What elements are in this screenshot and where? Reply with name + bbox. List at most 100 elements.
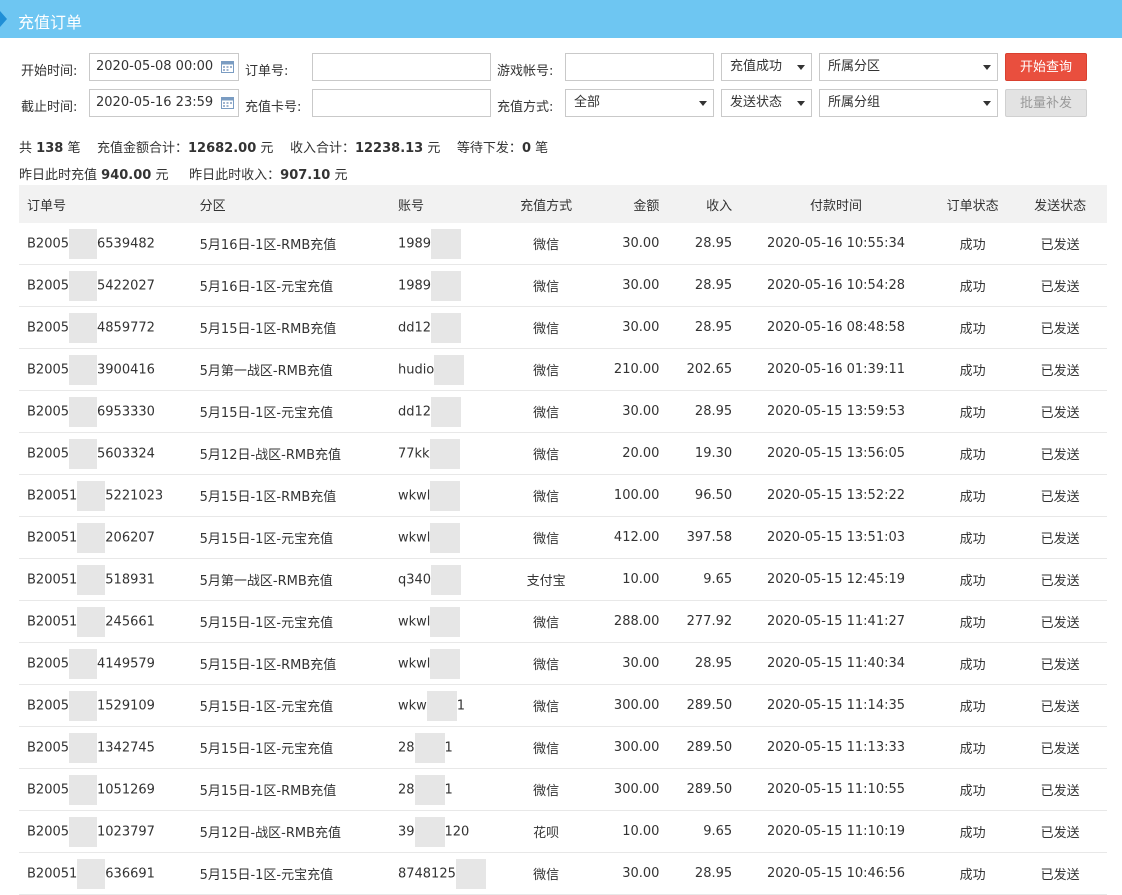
redaction-mask [69,648,98,679]
redaction-mask [69,732,98,763]
order-status-link[interactable]: 成功 [931,348,1014,391]
redaction-mask [430,522,461,553]
redaction-mask [69,396,98,427]
order-no-cell: B2005 5422027 [19,264,192,307]
order-status-link[interactable]: 成功 [931,264,1014,307]
pay-time-cell: 2020-05-16 01:39:11 [740,348,932,391]
amount-cell: 300.00 [587,726,668,769]
method-cell: 微信 [504,642,588,685]
redaction-mask [414,816,445,847]
order-status-link[interactable]: 成功 [931,810,1014,853]
order-status-link[interactable]: 成功 [931,474,1014,517]
amount-cell: 30.00 [587,642,668,685]
order-status-link[interactable]: 成功 [931,600,1014,643]
group-select[interactable]: 所属分组 [819,89,998,117]
account-cell: 77kk [389,432,505,475]
send-status-cell: 已发送 [1013,432,1107,475]
account-suffix: 1 [444,782,453,797]
redaction-mask [69,312,98,343]
redaction-mask [69,270,98,301]
account-suffix: 1 [456,698,466,713]
order-status-link[interactable]: 成功 [931,516,1014,559]
redaction-mask [69,816,98,847]
table-row: B2005 1529109 5月15日-1区-元宝充值 wkw 1 微信 300.00 289… [19,684,1107,727]
end-time-value: 2020-05-16 23:59 [96,95,214,110]
send-status-cell: 已发送 [1013,726,1107,769]
redaction-mask [69,228,98,259]
method-select[interactable]: 全部 [565,89,714,117]
zone-value: 所属分区 [828,59,881,74]
zone-cell: 5月15日-1区-RMB充值 [191,642,390,685]
chevron-down-icon [797,101,805,106]
account-cell: wkwl [389,642,505,685]
order-no-prefix: B2005 [27,320,70,335]
end-time-input[interactable]: 2020-05-16 23:59 [89,89,239,117]
send-status-select[interactable]: 发送状态 [721,89,812,117]
zone-cell: 5月15日-1区-元宝充值 [191,600,390,643]
recharge-status-select[interactable]: 充值成功 [721,53,812,81]
order-no-prefix: B2005 [27,782,70,797]
amount-cell: 30.00 [587,306,668,349]
pay-time-cell: 2020-05-16 10:55:34 [740,223,932,265]
order-no-input[interactable] [312,53,491,81]
send-status-cell: 已发送 [1013,810,1107,853]
pay-time-cell: 2020-05-16 10:54:28 [740,264,932,307]
income-cell: 202.65 [667,348,741,391]
income-cell: 9.65 [667,558,741,601]
order-status-link[interactable]: 成功 [931,558,1014,601]
table-row: B2005 4149579 5月15日-1区-RMB充值 wkwl 微信 30.00 28.… [19,642,1107,685]
start-time-value: 2020-05-08 00:00 [96,59,214,74]
redaction-mask [430,480,461,511]
table-row: B20051 518931 5月第一战区-RMB充值 q340 支付宝 10.00 9.65… [19,558,1107,601]
order-status-link[interactable]: 成功 [931,642,1014,685]
card-no-input[interactable] [312,89,491,117]
order-no-label: 订单号: [245,64,289,79]
order-no-suffix: 518931 [105,572,155,587]
start-time-input[interactable]: 2020-05-08 00:00 [89,53,239,81]
start-time-label: 开始时间: [21,64,78,79]
income-cell: 28.95 [667,642,741,685]
redaction-mask [77,522,106,553]
amount-cell: 20.00 [587,432,668,475]
order-no-prefix: B2005 [27,362,70,377]
total-count: 138 [36,141,64,156]
zone-select[interactable]: 所属分区 [819,53,998,81]
redaction-mask [434,354,465,385]
account-prefix: dd12 [397,320,432,335]
account-prefix: wkwl [397,530,431,545]
calendar-icon[interactable] [221,96,234,109]
batch-resend-button[interactable]: 批量补发 [1005,89,1087,117]
order-status-link[interactable]: 成功 [931,306,1014,349]
send-status-cell: 已发送 [1013,474,1107,517]
order-status-link[interactable]: 成功 [931,768,1014,811]
redaction-mask [77,480,106,511]
account-cell: 39 120 [389,810,505,853]
order-status-link[interactable]: 成功 [931,726,1014,769]
send-status-cell: 已发送 [1013,306,1107,349]
send-status-cell: 已发送 [1013,390,1107,433]
order-no-prefix: B20051 [27,614,78,629]
game-account-input[interactable] [565,53,714,81]
redaction-mask [414,732,445,763]
order-no-prefix: B2005 [27,278,70,293]
yesterday-income-unit: 元 [334,168,348,183]
order-no-cell: B20051 518931 [19,558,192,601]
order-status-link[interactable]: 成功 [931,684,1014,727]
method-cell: 微信 [504,684,588,727]
send-status-value: 发送状态 [730,95,783,110]
col-income: 收入 [667,185,741,223]
order-status-link[interactable]: 成功 [931,432,1014,475]
amount-cell: 100.00 [587,474,668,517]
calendar-icon[interactable] [221,60,234,73]
zone-cell: 5月15日-1区-元宝充值 [191,684,390,727]
query-button[interactable]: 开始查询 [1005,53,1087,81]
income-total-value: 12238.13 [354,141,424,156]
chevron-down-icon [983,65,991,70]
zone-cell: 5月16日-1区-RMB充值 [191,223,390,265]
redaction-mask [69,354,98,385]
order-status-link[interactable]: 成功 [931,390,1014,433]
order-status-link[interactable]: 成功 [931,223,1014,265]
pay-time-cell: 2020-05-15 13:59:53 [740,390,932,433]
order-no-cell: B2005 6539482 [19,223,192,265]
order-no-cell: B2005 6953330 [19,390,192,433]
